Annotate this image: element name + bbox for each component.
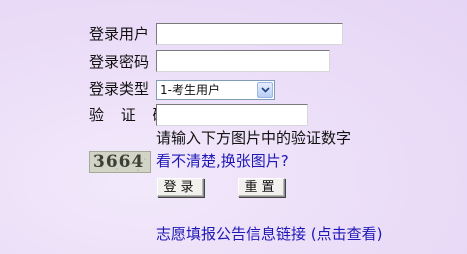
login-type-select[interactable]: 1-考生用户: [156, 80, 275, 100]
chevron-down-icon[interactable]: [257, 82, 273, 98]
reset-button[interactable]: 重置: [238, 178, 285, 197]
login-type-label: 登录类型: [89, 80, 150, 98]
info-notice-link[interactable]: 志愿填报公告信息链接 (点击查看): [156, 225, 382, 243]
captcha-image: 3664: [89, 151, 151, 173]
password-label: 登录密码: [89, 53, 150, 71]
captcha-refresh-link[interactable]: 看不清楚,换张图片?: [156, 152, 289, 170]
chevron-down-glyph: [260, 87, 270, 93]
captcha-hint: 请输入下方图片中的验证数字: [156, 129, 352, 147]
captcha-code: 3664: [93, 152, 145, 172]
login-type-selected-value: 1-考生用户: [160, 83, 220, 97]
password-input[interactable]: [156, 50, 330, 72]
captcha-input[interactable]: [156, 104, 308, 126]
username-label: 登录用户: [89, 25, 150, 43]
login-button[interactable]: 登录: [157, 178, 204, 197]
username-input[interactable]: [156, 23, 343, 45]
